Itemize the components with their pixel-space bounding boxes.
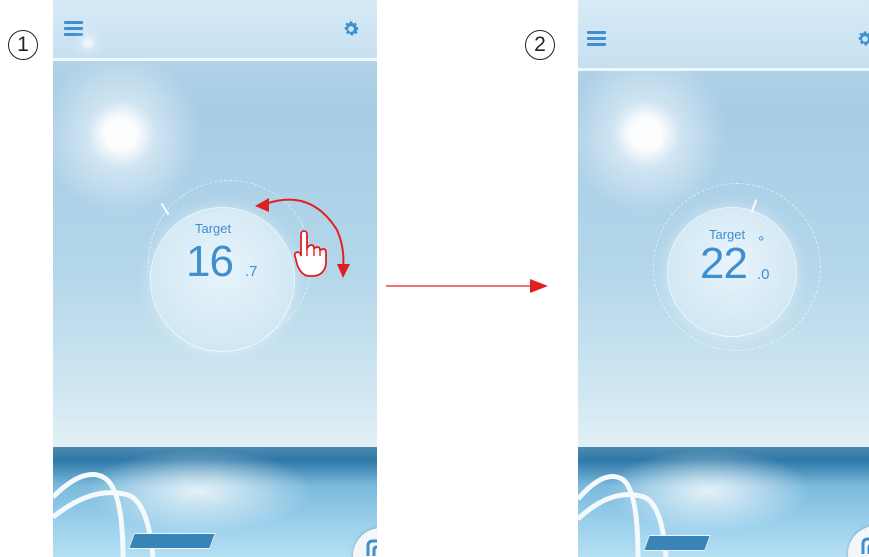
rotate-gesture-overlay xyxy=(255,198,350,278)
step-1-indicator: 1 xyxy=(8,30,38,60)
right-arrow-icon xyxy=(386,279,548,293)
app-header xyxy=(578,0,869,71)
gear-icon[interactable] xyxy=(341,19,361,39)
thermostat-screen-before: Target 16 .7 xyxy=(53,0,377,557)
step-2-indicator: 2 xyxy=(525,30,555,60)
curve-icon xyxy=(366,539,377,556)
hamburger-menu-icon[interactable] xyxy=(64,21,83,36)
pool-background xyxy=(578,447,869,557)
target-label: Target xyxy=(195,221,232,236)
temperature-whole: 22 xyxy=(700,239,748,288)
pool-step xyxy=(128,533,216,549)
hamburger-menu-icon[interactable] xyxy=(587,31,606,46)
thermostat-screen-after: Target 22 ° .0 xyxy=(578,0,869,557)
temperature-whole: 16 xyxy=(186,237,234,286)
temperature-decimal: .0 xyxy=(757,266,770,283)
pool-step xyxy=(643,535,711,551)
sun-flare xyxy=(83,38,93,48)
degree-symbol: ° xyxy=(758,234,765,251)
pool-background xyxy=(53,447,377,557)
app-header xyxy=(53,0,377,61)
curve-icon xyxy=(861,537,869,554)
gear-icon[interactable] xyxy=(855,29,869,49)
pointing-hand-icon xyxy=(293,230,327,277)
